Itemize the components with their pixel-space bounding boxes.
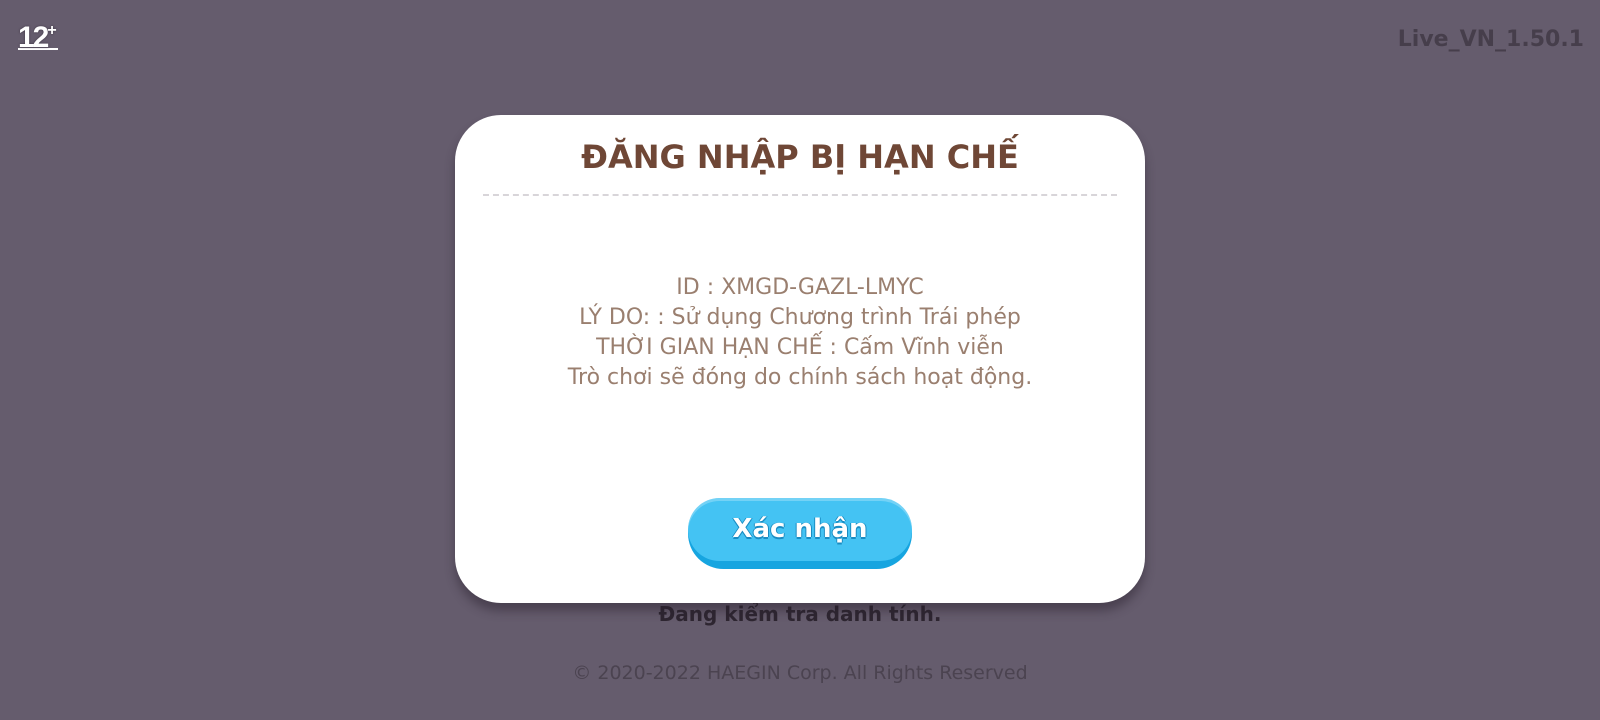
restriction-dialog: ĐĂNG NHẬP BỊ HẠN CHẾ ID : XMGD-GAZL-LMYC… (455, 115, 1145, 603)
copyright-text: © 2020-2022 HAEGIN Corp. All Rights Rese… (572, 662, 1028, 684)
confirm-button[interactable]: Xác nhận (688, 498, 912, 569)
version-label: Live_VN_1.50.1 (1397, 27, 1584, 52)
age-rating-number: 12 (18, 21, 49, 54)
age-rating-plus: + (47, 22, 57, 39)
dialog-divider (483, 194, 1117, 196)
age-rating-badge: 12+ (18, 14, 58, 54)
dialog-title: ĐĂNG NHẬP BỊ HẠN CHẾ (581, 138, 1019, 176)
dialog-message: ID : XMGD-GAZL-LMYC LÝ DO: : Sử dụng Chư… (455, 273, 1145, 393)
account-id-line: ID : XMGD-GAZL-LMYC (676, 275, 924, 300)
restriction-duration-line: THỜI GIAN HẠN CHẾ : Cấm Vĩnh viễn (596, 335, 1004, 360)
confirm-button-label: Xác nhận (732, 514, 868, 544)
reason-line: LÝ DO: : Sử dụng Chương trình Trái phép (579, 305, 1021, 330)
status-text: Đang kiểm tra danh tính. (658, 602, 942, 626)
policy-notice-line: Trò chơi sẽ đóng do chính sách hoạt động… (567, 365, 1033, 390)
